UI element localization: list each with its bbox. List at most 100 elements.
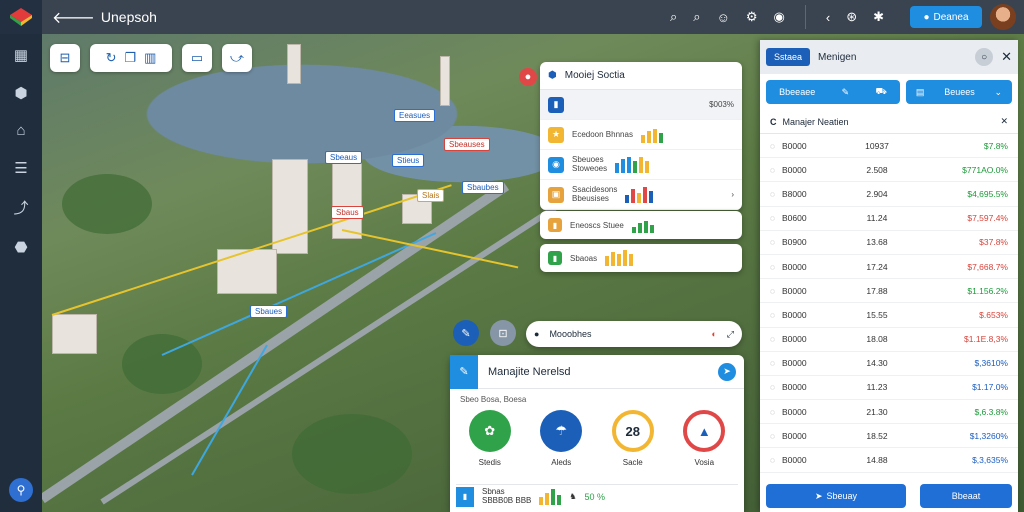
table-row[interactable]: ◌ B0600 11.24 $7,597.4%	[760, 207, 1018, 231]
home-icon[interactable]: ⌂	[16, 122, 25, 139]
camera-button[interactable]: ⊡	[490, 320, 516, 346]
metric-value: $003%	[709, 100, 734, 109]
map-label[interactable]: Sbeauses	[444, 138, 490, 151]
map-label[interactable]: Sbaubes	[462, 181, 504, 194]
locate-button[interactable]: ✎	[453, 320, 479, 346]
table-row[interactable]: ◌ B0000 21.30 $,6.3.8%	[760, 400, 1018, 425]
layers-tool-icon[interactable]: ⊟	[50, 44, 80, 72]
metric-row[interactable]: ▣ Ssacidesons Bbeusises ›	[540, 180, 742, 210]
share-icon[interactable]: ⤻	[222, 44, 252, 72]
navigate-icon[interactable]: ➤	[718, 362, 736, 381]
map-label[interactable]: Sbaus	[331, 206, 364, 219]
header-action-button[interactable]: ● Deanea	[910, 6, 982, 28]
row-radio-icon[interactable]: ◌	[770, 358, 782, 368]
globe-icon[interactable]: ⊛	[846, 9, 857, 25]
copy-icon[interactable]: ❐	[124, 50, 136, 66]
map-pin-icon[interactable]: ●	[519, 68, 537, 86]
layers-icon[interactable]: ⬢	[14, 84, 27, 102]
row-code: B0000	[782, 358, 807, 369]
row-code: B0000	[782, 309, 807, 320]
row-radio-icon[interactable]: ◌	[770, 382, 782, 392]
row-radio-icon[interactable]: ◌	[770, 286, 782, 296]
table-row[interactable]: ◌ B0000 14.30 $,3610%	[760, 352, 1018, 376]
map-label[interactable]: Stieus	[392, 154, 425, 167]
gear-icon[interactable]: ✱	[873, 9, 884, 25]
row-radio-icon[interactable]: ◌	[770, 237, 782, 247]
expand-icon[interactable]: ⤢	[727, 329, 734, 340]
kpi-item[interactable]: ▲ Vosia	[683, 410, 726, 467]
row-radio-icon[interactable]: ◌	[770, 455, 782, 465]
row-radio-icon[interactable]: ◌	[770, 262, 782, 272]
search-icon[interactable]: ⌕	[670, 9, 677, 25]
kpi-circles: ✿ Stedis ☂ Aleds 28 Sacle ▲ Vosia	[450, 410, 744, 467]
table-row[interactable]: ◌ B0000 18.52 $1,3260%	[760, 424, 1018, 449]
alert-icon[interactable]: ◐	[711, 329, 716, 339]
chevron-right-icon[interactable]: ›	[731, 190, 734, 199]
sheep-icon: ♞	[569, 492, 577, 501]
table-row[interactable]: ◌ B8000 2.904 $4,695.5%	[760, 182, 1018, 207]
mini-card[interactable]: ▮ Sbaoas	[540, 244, 742, 272]
help-icon[interactable]: ⚲	[9, 478, 33, 502]
table-row[interactable]: ◌ B0000 11.23 $1.17.0%	[760, 376, 1018, 401]
kpi-item[interactable]: ✿ Stedis	[468, 410, 511, 467]
row-radio-icon[interactable]: ◌	[770, 334, 782, 344]
avatar[interactable]	[990, 4, 1016, 30]
chat-icon[interactable]: ☺	[717, 10, 730, 25]
metric-row[interactable]: ◉ Sbeuoes Stoweoes	[540, 150, 742, 180]
kpi-item[interactable]: 28 Sacle	[611, 410, 654, 467]
map-label[interactable]: Sbaues	[250, 305, 288, 318]
comment-icon[interactable]: ▭	[182, 44, 212, 72]
kpi-item[interactable]: ☂ Aleds	[540, 410, 583, 467]
table-row[interactable]: ◌ B0000 2.508 $771AO.0%	[760, 158, 1018, 183]
table-row[interactable]: ◌ B0000 14.88 $,3,635%	[760, 448, 1018, 473]
row-change: $.653%	[979, 309, 1008, 320]
close-icon[interactable]: ✕	[1000, 116, 1008, 127]
mini-card[interactable]: ▮ Eneoscs Stuee	[540, 211, 742, 239]
metric-row[interactable]: ★ Ecedoon Bhnnas	[540, 120, 742, 150]
edit-icon[interactable]: ✎	[450, 354, 478, 389]
dashboard-icon[interactable]: ▦	[14, 46, 28, 64]
collapse-icon[interactable]: ‹	[826, 10, 830, 25]
tools-icon[interactable]: ⬣	[14, 238, 27, 256]
close-icon[interactable]: ✕	[1001, 49, 1012, 65]
score-ring: 28	[611, 410, 654, 452]
table-row[interactable]: ◌ B0000 10937 $7.8%	[760, 134, 1018, 159]
rotate-icon[interactable]: ↻	[106, 50, 117, 66]
card-title: Mooiej Soctia	[564, 70, 625, 81]
footer-secondary-button[interactable]: Bbeaat	[920, 484, 1012, 508]
map-label[interactable]: Slais	[417, 189, 445, 202]
back-arrow-icon[interactable]: 🡐	[52, 7, 95, 28]
table-row[interactable]: ◌ B0000 17.24 $7,668.7%	[760, 255, 1018, 280]
zoom-icon[interactable]: ⌕	[693, 9, 700, 25]
info-icon[interactable]: ○	[975, 48, 994, 66]
table-row[interactable]: ◌ B0900 13.68 $37.8%	[760, 231, 1018, 255]
table-row[interactable]: ◌ B0000 18.08 $1.1E.8,3%	[760, 328, 1018, 352]
metric-row[interactable]: ▮ $003%	[540, 90, 742, 120]
row-radio-icon[interactable]: ◌	[770, 431, 782, 441]
row-radio-icon[interactable]: ◌	[770, 310, 782, 320]
primary-action-button[interactable]: Bbeeaee ✎ ⛟	[766, 80, 900, 104]
settings-icon[interactable]: ⚙	[746, 9, 758, 25]
row-radio-icon[interactable]: ◌	[770, 141, 782, 151]
secondary-action-button[interactable]: ▤ Beuees ⌄	[906, 80, 1012, 104]
map-search[interactable]: ● Mooobhes ◐ ⤢	[526, 321, 742, 347]
list-icon[interactable]: ☰	[14, 159, 27, 177]
panel-tab[interactable]: Sstaea	[766, 48, 811, 66]
row-radio-icon[interactable]: ◌	[770, 165, 782, 175]
app-logo[interactable]	[0, 0, 42, 34]
row-radio-icon[interactable]: ◌	[770, 189, 782, 199]
row-radio-icon[interactable]: ◌	[770, 407, 782, 417]
table-row[interactable]: ◌ B0000 15.55 $.653%	[760, 303, 1018, 328]
map-label[interactable]: Eeasues	[394, 109, 436, 122]
map-label[interactable]: Sbeaus	[325, 151, 363, 164]
analytics-icon[interactable]: ⤴	[13, 197, 28, 218]
row-code: B0000	[782, 261, 807, 272]
bookmark-icon[interactable]: ▮	[456, 486, 474, 507]
search-placeholder: Mooobhes	[549, 329, 592, 339]
row-radio-icon[interactable]: ◌	[770, 213, 782, 223]
row-code: B0600	[782, 213, 807, 224]
table-row[interactable]: ◌ B0000 17.88 $1.156.2%	[760, 279, 1018, 304]
footer-primary-button[interactable]: ➤ Sbeuay	[766, 484, 906, 508]
notification-icon[interactable]: ◉	[774, 9, 785, 25]
grid-icon[interactable]: ▥	[144, 50, 156, 66]
